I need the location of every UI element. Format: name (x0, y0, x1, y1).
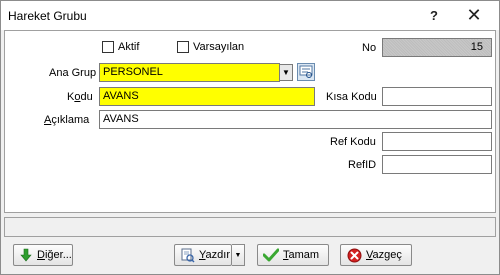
kodu-label: Kodu (67, 91, 93, 103)
help-button[interactable]: ? (419, 4, 449, 26)
aciklama-label: Açıklama (44, 114, 90, 126)
close-icon: ✕ (466, 4, 482, 25)
chevron-down-icon: ▼ (234, 251, 242, 259)
kisa-kodu-field[interactable] (382, 87, 492, 106)
aktif-checkbox[interactable] (102, 41, 114, 53)
status-bar (4, 217, 496, 237)
no-label: No (362, 42, 377, 54)
varsayilan-label: Varsayılan (193, 41, 245, 53)
ana-grup-lookup-button[interactable] (297, 63, 315, 81)
kodu-field[interactable]: AVANS (99, 87, 315, 106)
vazgec-label: Vazgeç (366, 249, 402, 261)
dialog-window: Hareket Grubu ? ✕ Aktif Varsayılan No 15… (0, 0, 500, 275)
yazdir-dropdown-button[interactable]: ▼ (232, 244, 245, 266)
ana-grup-dropdown-button[interactable]: ▼ (279, 64, 293, 81)
close-button[interactable]: ✕ (459, 4, 489, 26)
ana-grup-combo[interactable]: PERSONEL (99, 63, 280, 82)
tamam-label: Tamam (283, 249, 320, 261)
no-field: 15 (382, 38, 492, 57)
diger-label: Diğer... (37, 249, 72, 261)
refid-field[interactable] (382, 155, 492, 174)
varsayilan-checkbox[interactable] (177, 41, 189, 53)
diger-button[interactable]: Diğer... (13, 244, 73, 266)
yazdir-button[interactable]: Yazdır (174, 244, 232, 266)
printer-icon (180, 247, 195, 263)
ref-kodu-label: Ref Kodu (330, 136, 376, 148)
lookup-icon (299, 65, 313, 78)
aktif-label: Aktif (118, 41, 140, 53)
ana-grup-label: Ana Grup (49, 67, 97, 79)
window-title: Hareket Grubu (8, 9, 87, 23)
cancel-icon (346, 247, 362, 263)
aciklama-field[interactable]: AVANS (99, 110, 492, 129)
title-bar: Hareket Grubu ? ✕ (1, 1, 499, 30)
refid-label: RefID (348, 159, 377, 171)
kisa-kodu-label: Kısa Kodu (326, 91, 377, 103)
yazdir-label: Yazdır (199, 249, 230, 261)
chevron-down-icon: ▼ (282, 68, 290, 77)
help-icon: ? (430, 7, 438, 23)
ref-kodu-field[interactable] (382, 132, 492, 151)
checkmark-icon (263, 247, 279, 263)
tamam-button[interactable]: Tamam (257, 244, 329, 266)
arrow-down-icon (19, 247, 33, 263)
vazgec-button[interactable]: Vazgeç (340, 244, 412, 266)
form-panel: Aktif Varsayılan No 15 Ana Grup PERSONEL… (4, 30, 496, 213)
